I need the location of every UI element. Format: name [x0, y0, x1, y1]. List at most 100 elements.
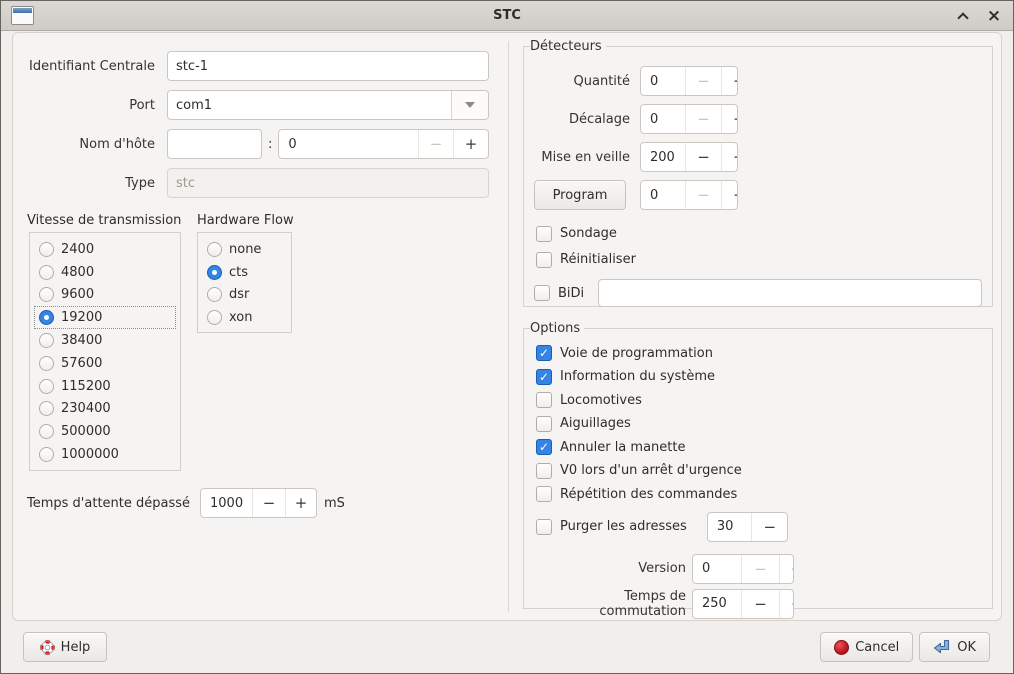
radio-option-9600[interactable]: 9600	[34, 284, 176, 307]
radio-option-cts[interactable]: cts	[202, 261, 287, 284]
flow-group-title: Hardware Flow	[197, 213, 294, 228]
increment-button[interactable]: +	[453, 130, 488, 158]
increment-button[interactable]: +	[721, 67, 738, 95]
increment-button[interactable]: +	[721, 181, 738, 209]
radio-icon	[39, 424, 54, 439]
radio-option-57600[interactable]: 57600	[34, 352, 176, 375]
radio-option-230400[interactable]: 230400	[34, 398, 176, 421]
radio-option-500000[interactable]: 500000	[34, 420, 176, 443]
checkbox-voie-de-programmation[interactable]: ✓ Voie de programmation	[536, 343, 980, 364]
timeout-spinner[interactable]: 1000 − +	[200, 488, 317, 518]
commutation-spinner[interactable]: 250 − +	[692, 589, 794, 619]
program-spinner[interactable]: 0 − +	[640, 180, 738, 210]
decrement-button[interactable]: −	[685, 143, 721, 171]
increment-button[interactable]: +	[285, 489, 316, 517]
radio-icon	[207, 287, 222, 302]
decrement-button[interactable]: −	[685, 67, 721, 95]
radio-label: 500000	[61, 424, 111, 439]
decrement-button[interactable]: −	[685, 105, 721, 133]
port-selected-value: com1	[168, 98, 451, 113]
radio-option-38400[interactable]: 38400	[34, 329, 176, 352]
shade-button[interactable]	[954, 7, 972, 25]
cancel-button[interactable]: Cancel	[820, 632, 913, 662]
radio-label: 57600	[61, 356, 102, 371]
radio-option-none[interactable]: none	[202, 238, 287, 261]
program-button[interactable]: Program	[534, 180, 626, 210]
cancel-stop-icon	[834, 640, 849, 655]
radio-option-xon[interactable]: xon	[202, 306, 287, 329]
detectors-frame-title: Détecteurs	[530, 39, 606, 54]
hostname-label: Nom d'hôte	[27, 137, 155, 152]
radio-icon	[39, 242, 54, 257]
hostname-input[interactable]	[167, 129, 262, 159]
dropdown-arrow-button[interactable]	[451, 91, 488, 119]
radio-label: 230400	[61, 401, 111, 416]
checkbox-box: ✓	[536, 463, 552, 479]
timeout-unit: mS	[324, 496, 345, 511]
offset-value: 0	[641, 105, 685, 133]
checkbox-bidi[interactable]: ✓ BiDi	[534, 283, 584, 304]
radio-option-dsr[interactable]: dsr	[202, 284, 287, 307]
ok-button[interactable]: OK	[919, 632, 990, 662]
bidi-input[interactable]	[598, 279, 982, 307]
radio-icon	[207, 310, 222, 325]
decrement-button[interactable]: −	[741, 555, 779, 583]
radio-option-1000000[interactable]: 1000000	[34, 443, 176, 466]
help-button[interactable]: Help	[23, 632, 107, 662]
checkbox-box: ✓	[536, 226, 552, 242]
offset-label: Décalage	[534, 112, 630, 127]
sleep-spinner[interactable]: 200 − +	[640, 142, 738, 172]
radio-option-19200[interactable]: 19200	[34, 306, 176, 329]
program-value: 0	[641, 181, 685, 209]
checkbox-label: Purger les adresses	[560, 519, 687, 534]
checkbox-box: ✓	[536, 345, 552, 361]
increment-button[interactable]: +	[779, 590, 794, 618]
action-bar: Help Cancel OK	[1, 631, 1013, 665]
checkbox-label: Sondage	[560, 226, 617, 241]
increment-button[interactable]: +	[779, 555, 794, 583]
radio-label: cts	[229, 265, 248, 280]
decrement-button[interactable]: −	[418, 130, 453, 158]
checkbox-label: Voie de programmation	[560, 346, 713, 361]
checkbox-annuler-la-manette[interactable]: ✓ Annuler la manette	[536, 437, 980, 458]
radio-option-4800[interactable]: 4800	[34, 261, 176, 284]
check-icon: ✓	[539, 441, 549, 453]
radio-label: 9600	[61, 287, 94, 302]
checkbox-v0-arret-urgence[interactable]: ✓ V0 lors d'un arrêt d'urgence	[536, 460, 980, 481]
radio-icon	[39, 265, 54, 280]
commutation-value: 250	[693, 590, 741, 618]
host-port-spinner[interactable]: 0 − +	[278, 129, 489, 159]
checkbox-purger-les-adresses[interactable]: ✓ Purger les adresses 30 − +	[536, 512, 980, 542]
decrement-button[interactable]: −	[685, 181, 721, 209]
increment-button[interactable]: +	[721, 143, 738, 171]
quantity-spinner[interactable]: 0 − +	[640, 66, 738, 96]
checkbox-reinitialiser[interactable]: ✓ Réinitialiser	[536, 249, 980, 270]
checkbox-aiguillages[interactable]: ✓ Aiguillages	[536, 413, 980, 434]
close-button[interactable]: ×	[985, 7, 1003, 25]
decrement-button[interactable]: −	[751, 513, 788, 541]
decrement-button[interactable]: −	[252, 489, 285, 517]
checkbox-information-du-systeme[interactable]: ✓ Information du système	[536, 366, 980, 387]
radio-option-2400[interactable]: 2400	[34, 238, 176, 261]
host-port-value: 0	[279, 130, 418, 158]
checkbox-locomotives[interactable]: ✓ Locomotives	[536, 390, 980, 411]
checkbox-label: Aiguillages	[560, 416, 631, 431]
increment-button[interactable]: +	[721, 105, 738, 133]
check-icon: ✓	[539, 371, 549, 383]
central-id-input[interactable]	[167, 51, 489, 81]
titlebar[interactable]: STC ×	[1, 1, 1013, 31]
decrement-button[interactable]: −	[741, 590, 779, 618]
radio-label: 19200	[61, 310, 102, 325]
version-spinner[interactable]: 0 − +	[692, 554, 794, 584]
detectors-frame: Détecteurs Quantité 0 − + Décalage 0 − +	[523, 39, 993, 307]
sleep-label: Mise en veille	[534, 150, 630, 165]
radio-option-115200[interactable]: 115200	[34, 375, 176, 398]
port-select[interactable]: com1	[167, 90, 489, 120]
purge-spinner[interactable]: 30 − +	[707, 512, 788, 542]
checkbox-repetition-des-commandes[interactable]: ✓ Répétition des commandes	[536, 484, 980, 505]
radio-label: 2400	[61, 242, 94, 257]
offset-spinner[interactable]: 0 − +	[640, 104, 738, 134]
options-frame-title: Options	[530, 321, 584, 336]
chevron-down-icon	[465, 102, 475, 108]
checkbox-sondage[interactable]: ✓ Sondage	[536, 223, 980, 244]
